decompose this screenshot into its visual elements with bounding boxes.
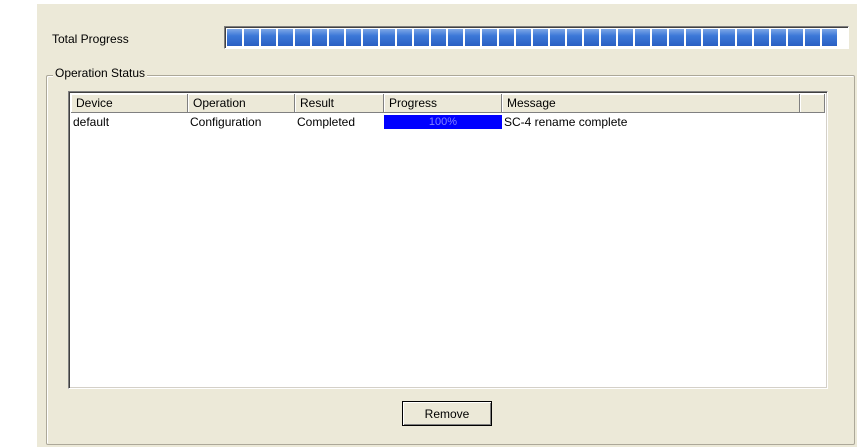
total-progress-segment	[584, 29, 599, 46]
total-progress-segment	[771, 29, 786, 46]
total-progress-segment	[652, 29, 667, 46]
total-progress-segment	[822, 29, 837, 46]
total-progress-segment	[329, 29, 344, 46]
cell-device: default	[73, 115, 110, 129]
list-header: Device Operation Result Progress Message	[71, 94, 825, 113]
total-progress-segment	[533, 29, 548, 46]
operation-status-list[interactable]: Device Operation Result Progress Message…	[68, 91, 828, 389]
total-progress-segment	[261, 29, 276, 46]
total-progress-segment	[227, 29, 242, 46]
total-progress-segment	[601, 29, 616, 46]
cell-progress-text: 100%	[428, 116, 458, 128]
remove-button[interactable]: Remove	[402, 401, 492, 426]
total-progress-segment	[397, 29, 412, 46]
column-header-progress[interactable]: Progress	[384, 94, 502, 113]
total-progress-segment	[295, 29, 310, 46]
total-progress-segment	[686, 29, 701, 46]
total-progress-segment	[346, 29, 361, 46]
total-progress-segment	[312, 29, 327, 46]
operation-dialog: Total Progress Operation Status Device O…	[37, 4, 857, 447]
column-header-operation[interactable]: Operation	[188, 94, 295, 113]
total-progress-fill	[227, 29, 847, 46]
total-progress-segment	[550, 29, 565, 46]
cell-result: Completed	[297, 115, 356, 129]
column-header-filler	[800, 94, 825, 113]
total-progress-segment	[754, 29, 769, 46]
total-progress-segment	[499, 29, 514, 46]
total-progress-segment	[431, 29, 446, 46]
cell-message: SC-4 rename complete	[504, 115, 628, 129]
total-progress-segment	[567, 29, 582, 46]
total-progress-segment	[465, 29, 480, 46]
total-progress-segment	[363, 29, 378, 46]
total-progress-segment	[720, 29, 735, 46]
total-progress-segment	[788, 29, 803, 46]
total-progress-segment	[516, 29, 531, 46]
total-progress-segment	[482, 29, 497, 46]
total-progress-segment	[703, 29, 718, 46]
total-progress-segment	[669, 29, 684, 46]
total-progress-segment	[635, 29, 650, 46]
total-progress-segment	[380, 29, 395, 46]
column-header-message[interactable]: Message	[502, 94, 800, 113]
total-progress-segment	[448, 29, 463, 46]
cell-operation: Configuration	[190, 115, 262, 129]
total-progress-segment	[805, 29, 820, 46]
table-row[interactable]: default Configuration Completed 100% SC-…	[71, 114, 825, 130]
list-body: default Configuration Completed 100% SC-…	[71, 114, 825, 386]
operation-status-legend: Operation Status	[53, 66, 148, 80]
column-header-device[interactable]: Device	[71, 94, 188, 113]
total-progress-label: Total Progress	[52, 32, 129, 46]
total-progress-bar	[224, 26, 849, 49]
total-progress-segment	[414, 29, 429, 46]
cell-progress-bar: 100%	[384, 115, 502, 129]
total-progress-segment	[278, 29, 293, 46]
total-progress-segment	[737, 29, 752, 46]
column-header-result[interactable]: Result	[295, 94, 384, 113]
total-progress-segment	[244, 29, 259, 46]
total-progress-segment	[618, 29, 633, 46]
